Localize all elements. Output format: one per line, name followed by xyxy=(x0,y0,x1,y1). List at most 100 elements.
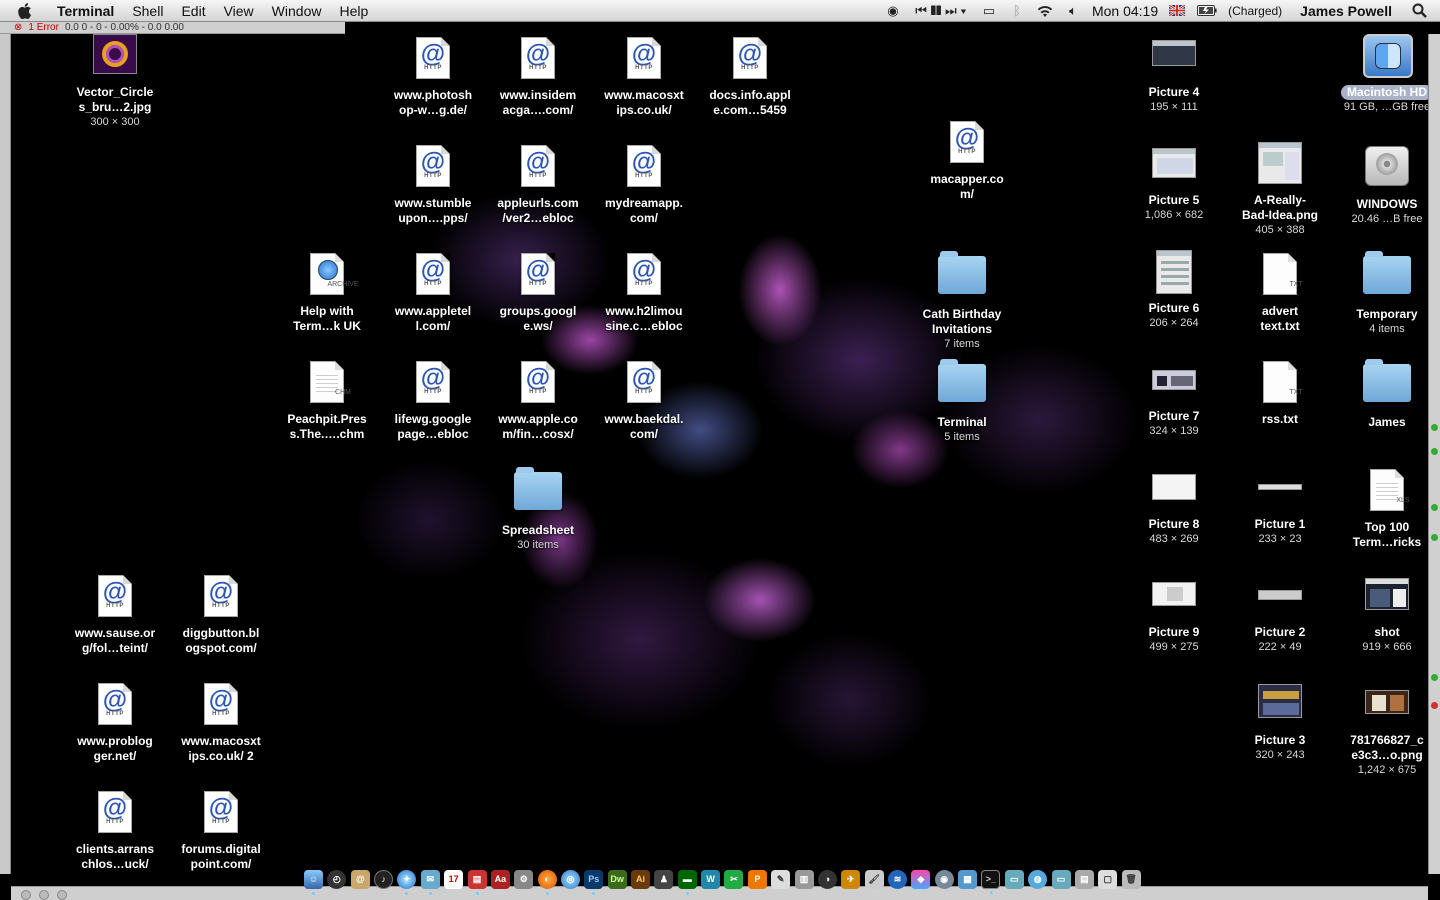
desktop-icon-picture-3[interactable]: Picture 3 320 × 243 xyxy=(1227,682,1333,763)
desktop-icon-webloc[interactable]: @ HTTP diggbutton.bl ogspot.com/ xyxy=(168,572,274,656)
folder-icon[interactable]: ▤ xyxy=(1074,869,1094,889)
safari-icon[interactable]: ✦ xyxy=(397,869,417,895)
desktop-icon-webloc[interactable]: @ HTTP docs.info.appl e.com…5459 xyxy=(697,34,803,118)
app-icon[interactable]: ▥ xyxy=(794,869,814,889)
desktop-icon-picture-6[interactable]: Picture 6 206 × 264 xyxy=(1121,250,1227,331)
app-icon[interactable]: ◑ xyxy=(817,869,837,889)
desktop-icon-a-really-bad-idea[interactable]: A-Really- Bad-Idea.png 405 × 388 xyxy=(1227,142,1333,238)
desktop-icon-webloc[interactable]: @ HTTP macapper.co m/ xyxy=(914,118,1020,202)
zoom-icon[interactable] xyxy=(57,890,67,900)
terminal-icon[interactable]: >_ xyxy=(981,869,1001,894)
desktop-icon-webloc[interactable]: @ HTTP lifewg.google page…ebloc xyxy=(380,358,486,442)
menu-help[interactable]: Help xyxy=(330,0,377,22)
close-icon[interactable] xyxy=(21,890,31,900)
app-icon[interactable]: ◉ xyxy=(934,869,954,889)
app-icon[interactable]: ▦ xyxy=(958,869,978,889)
volume-icon[interactable]: 🔈︎ xyxy=(1064,2,1082,20)
firefox-icon[interactable]: ◐ xyxy=(537,869,557,895)
battery-icon[interactable] xyxy=(1196,2,1218,20)
folder-icon[interactable]: ▢ xyxy=(1098,869,1118,889)
mail-icon[interactable]: ✉ xyxy=(420,869,440,895)
desktop-icon-webloc[interactable]: @ HTTP www.insidem acga….com/ xyxy=(485,34,591,118)
desktop-icon-picture-7[interactable]: Picture 7 324 × 139 xyxy=(1121,358,1227,439)
desktop-icon-advert-text[interactable]: TXT advert text.txt xyxy=(1227,250,1333,334)
menu-shell[interactable]: Shell xyxy=(123,0,172,22)
app-icon[interactable]: ◆ xyxy=(911,869,931,889)
desktop-icon-webloc[interactable]: @ HTTP www.photosh op-w…g.de/ xyxy=(380,34,486,118)
desktop-icon-webloc[interactable]: @ HTTP www.stumble upon….pps/ xyxy=(380,142,486,226)
media-controls-icon[interactable]: ⏮ ❚❚ ⏭ ▾ xyxy=(912,2,970,20)
desktop-icon-folder-spreadsheet[interactable]: Spreadsheet 30 items xyxy=(485,466,591,553)
desktop-icon-rss-text[interactable]: TXT rss.txt xyxy=(1227,358,1333,427)
desktop-icon-picture-5[interactable]: Picture 5 1,086 × 682 xyxy=(1121,142,1227,223)
menu-view[interactable]: View xyxy=(215,0,263,22)
trash-icon[interactable]: 🗑︎ xyxy=(1121,869,1141,889)
system-prefs-icon[interactable]: ⚙ xyxy=(514,869,534,889)
app-icon[interactable]: ≋ xyxy=(887,869,907,889)
desktop-icon-webloc[interactable]: @ HTTP www.h2limou sine.c…ebloc xyxy=(591,250,697,334)
desktop-icon-picture-1[interactable]: Picture 1 233 × 23 xyxy=(1227,466,1333,547)
background-window-toolbar[interactable]: ⊗ 1 Error 0.0 0 - 0 - 0.00% - 0.0 0.00 xyxy=(0,22,345,34)
desktop-icon-folder-temporary[interactable]: Temporary 4 items xyxy=(1334,250,1440,337)
desktop-icon-webloc[interactable]: @ HTTP www.problog ger.net/ xyxy=(62,680,168,764)
itunes-icon[interactable]: ♪ xyxy=(374,869,394,889)
ical-icon[interactable]: 17 xyxy=(444,869,464,889)
desktop-icon-folder-terminal[interactable]: Terminal 5 items xyxy=(909,358,1015,445)
dreamweaver-icon[interactable]: Dw xyxy=(607,869,627,889)
menu-window[interactable]: Window xyxy=(263,0,331,22)
address-book-icon[interactable]: @ xyxy=(350,869,370,889)
desktop-icon-chm[interactable]: CHM Peachpit.Pres s.The.….chm xyxy=(274,358,380,442)
minimize-icon[interactable] xyxy=(39,890,49,900)
desktop-icon-webloc[interactable]: @ HTTP www.macosxt ips.co.uk/ 2 xyxy=(168,680,274,764)
menu-app-name[interactable]: Terminal xyxy=(48,0,123,22)
desktop-icon-vector-circles[interactable]: Vector_Circle s_bru…2.jpg 300 × 300 xyxy=(62,34,168,130)
desktop-icon-folder-cath[interactable]: Cath Birthday Invitations 7 items xyxy=(909,250,1015,352)
apple-logo-icon[interactable] xyxy=(18,2,36,20)
desktop-icon-webloc[interactable]: @ HTTP www.baekdal. com/ xyxy=(591,358,697,442)
desktop-icon-folder-james[interactable]: James xyxy=(1334,358,1440,430)
app-icon[interactable]: ▬ xyxy=(677,869,697,895)
desktop-icon-webloc[interactable]: @ HTTP www.sause.or g/fol…teint/ xyxy=(62,572,168,656)
app-icon[interactable]: W xyxy=(701,869,721,889)
app-icon[interactable]: ✈ xyxy=(841,869,861,889)
user-name[interactable]: James Powell xyxy=(1292,3,1400,19)
desktop-icon-781766827[interactable]: 781766827_c e3c3…o.png 1,242 × 675 xyxy=(1334,682,1440,778)
uk-flag-icon[interactable] xyxy=(1168,2,1186,20)
photoshop-icon[interactable]: Ps xyxy=(584,869,604,895)
finder-icon[interactable]: ☺ xyxy=(304,869,323,895)
desktop-icon-webloc[interactable]: @ HTTP www.appletel l.com/ xyxy=(380,250,486,334)
folder-icon[interactable]: ◍ xyxy=(1028,869,1048,889)
desktop-icon-windows-disk[interactable]: WINDOWS 20.46 …B free xyxy=(1334,142,1440,227)
wifi-icon[interactable] xyxy=(1036,2,1054,20)
app-icon[interactable]: P xyxy=(747,869,767,889)
desktop-icon-webloc[interactable]: @ HTTP forums.digital point.com/ xyxy=(168,788,274,872)
display-icon[interactable]: ▭ xyxy=(980,2,998,20)
folder-icon[interactable]: ▭ xyxy=(1004,869,1024,889)
desktop-icon-webloc[interactable]: @ HTTP www.macosxt ips.co.uk/ xyxy=(591,34,697,118)
menu-edit[interactable]: Edit xyxy=(172,0,214,22)
app-icon[interactable]: 🖌︎ xyxy=(864,869,884,889)
desktop-icon-webloc[interactable]: @ HTTP mydreamapp. com/ xyxy=(591,142,697,226)
desktop-icon-picture-9[interactable]: Picture 9 499 × 275 xyxy=(1121,574,1227,655)
camino-icon[interactable]: ◎ xyxy=(560,869,580,889)
desktop-icon-archive[interactable]: ARCHIVE Help with Term…k UK xyxy=(274,250,380,334)
desktop-icon-webloc[interactable]: @ HTTP clients.arrans chlos…uck/ xyxy=(62,788,168,872)
desktop-icon-picture-2[interactable]: Picture 2 222 × 49 xyxy=(1227,574,1333,655)
dashboard-icon[interactable]: ◴ xyxy=(327,869,347,889)
desktop-icon-macintosh-hd[interactable]: Macintosh HD 91 GB, …GB free xyxy=(1334,34,1440,115)
app-icon[interactable]: ✂ xyxy=(724,869,744,889)
spotlight-icon[interactable] xyxy=(1410,2,1428,20)
desktop-icon-picture-8[interactable]: Picture 8 483 × 269 xyxy=(1121,466,1227,547)
folder-icon[interactable]: ▭ xyxy=(1051,869,1071,889)
activity-icon[interactable]: ◉ xyxy=(884,2,902,20)
app-icon[interactable]: ✎ xyxy=(771,869,791,889)
desktop-icon-webloc[interactable]: @ HTTP appleurls.com /ver2…ebloc xyxy=(485,142,591,226)
dictionary-icon[interactable]: Aa xyxy=(490,869,510,889)
desktop-icon-shot[interactable]: shot 919 × 666 xyxy=(1334,574,1440,655)
preview-icon[interactable]: ▤ xyxy=(467,869,487,895)
desktop-icon-top-100-terminal-tricks[interactable]: XLS Top 100 Term…ricks xyxy=(1334,466,1440,550)
desktop-icon-picture-4[interactable]: Picture 4 195 × 111 xyxy=(1121,34,1227,115)
bluetooth-icon[interactable]: ᛒ xyxy=(1008,2,1026,20)
illustrator-icon[interactable]: Ai xyxy=(631,869,651,889)
desktop-icon-webloc[interactable]: @ HTTP www.apple.co m/fin…cosx/ xyxy=(485,358,591,442)
